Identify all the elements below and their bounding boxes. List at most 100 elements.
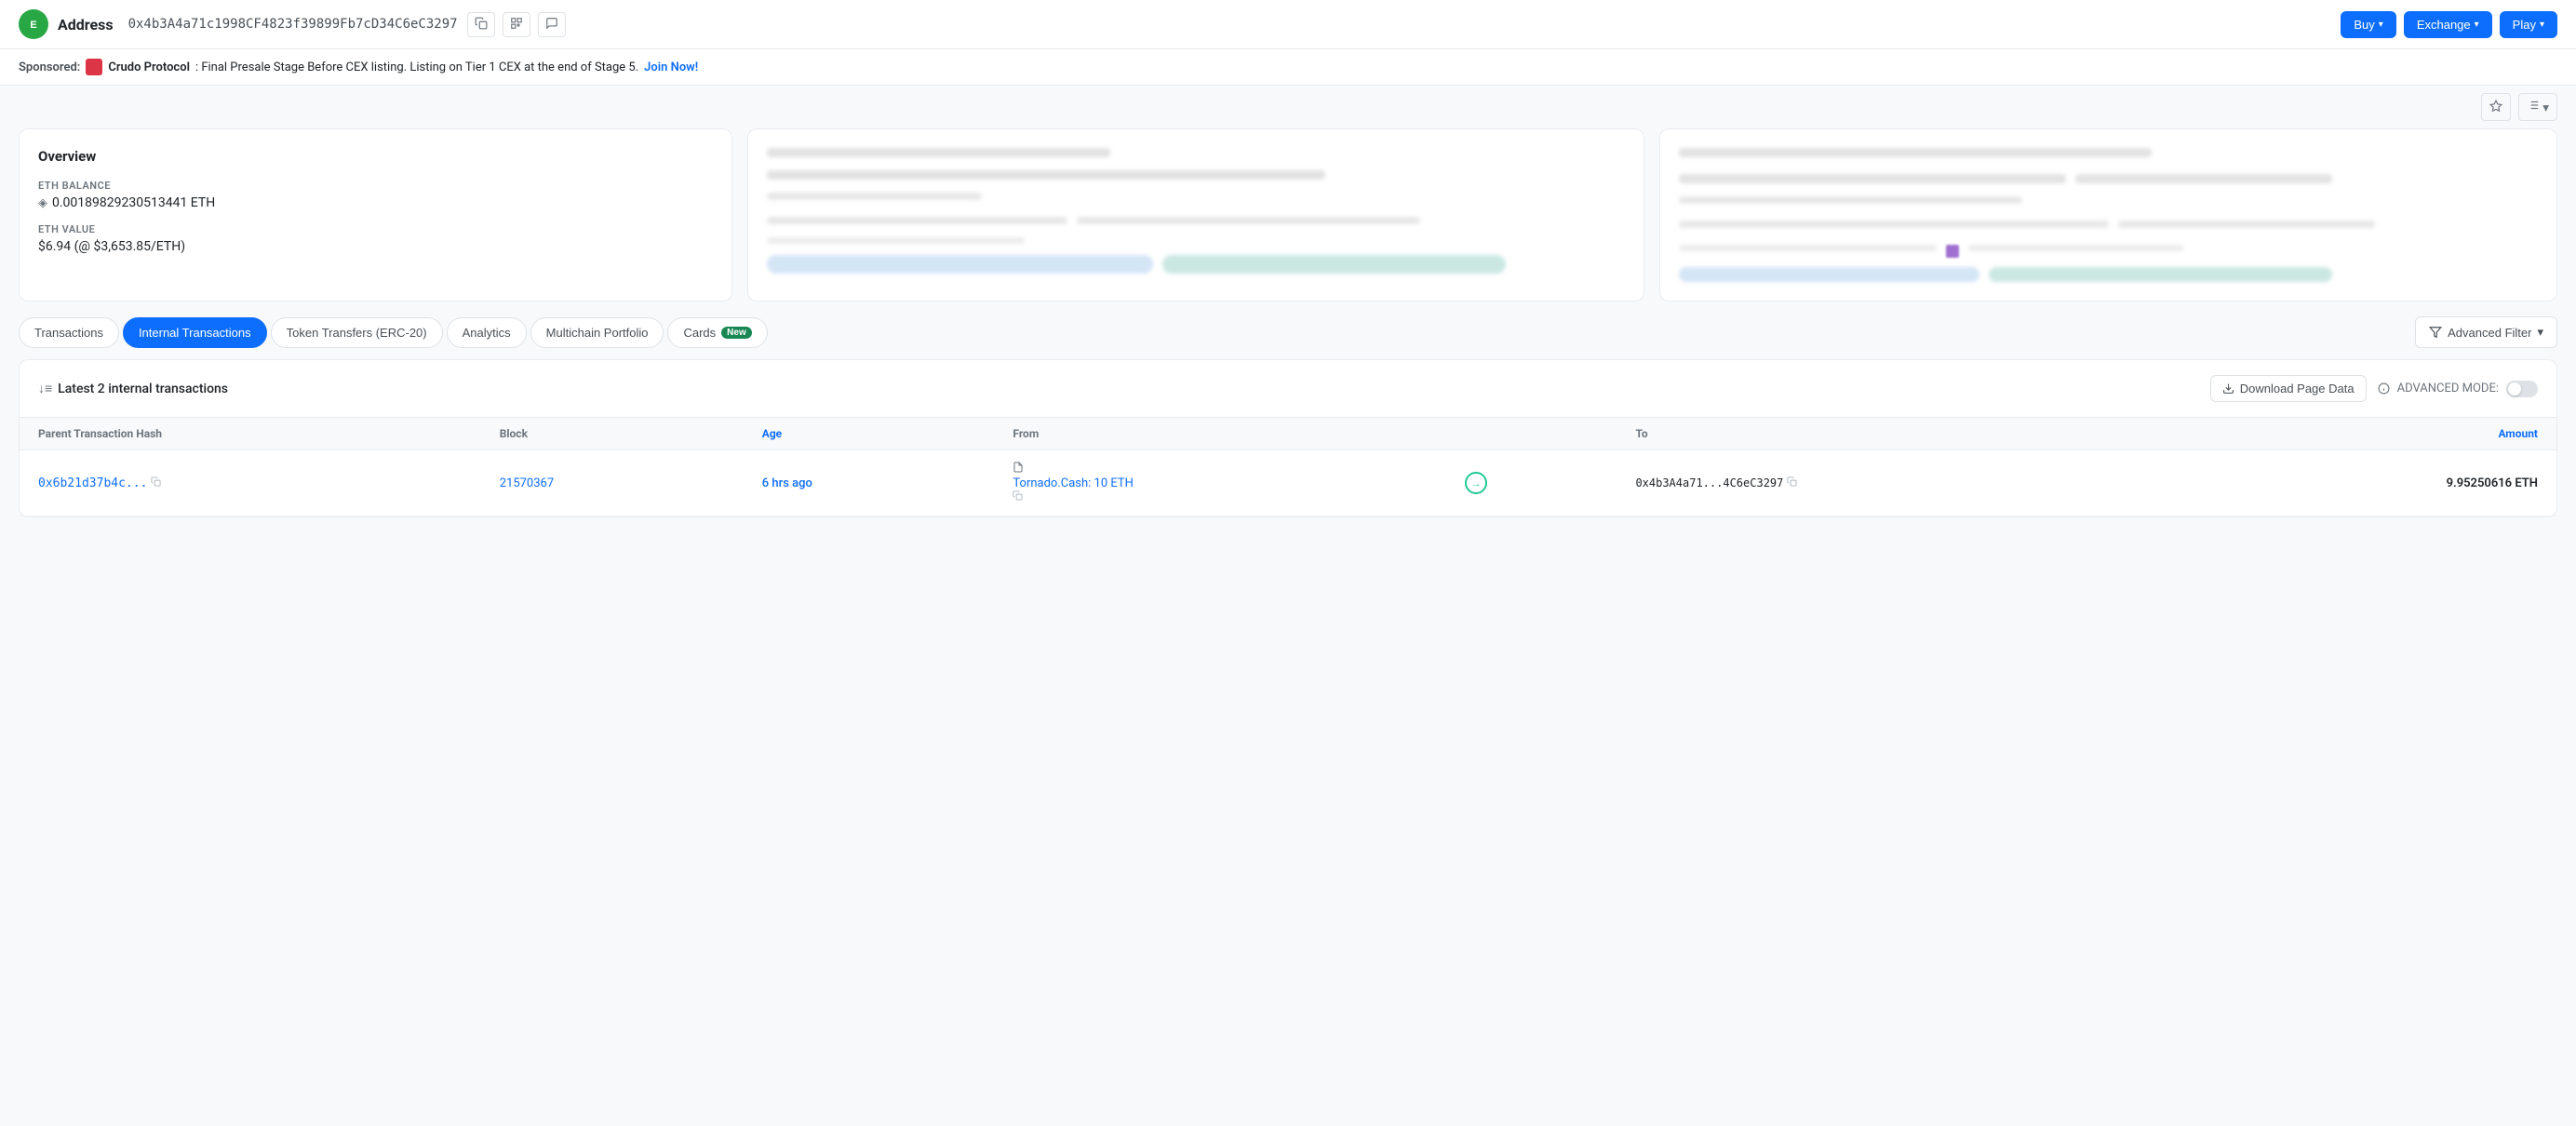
advanced-mode-toggle-group: ADVANCED MODE:	[2378, 381, 2538, 397]
transaction-table: Parent Transaction Hash Block Age From T…	[20, 418, 2556, 516]
age-cell: 6 hrs ago	[744, 450, 995, 516]
col-amount: Amount	[2187, 418, 2556, 450]
tabs-bar: Transactions Internal Transactions Token…	[0, 316, 2576, 348]
transaction-count: ↓≡ Latest 2 internal transactions	[38, 381, 228, 396]
page-header: E Address 0x4b3A4a71c1998CF4823f39899Fb7…	[0, 0, 2576, 49]
amount-cell: 9.95250616 ETH	[2187, 450, 2556, 516]
blurred-card-2-content	[767, 148, 1626, 274]
sort-icon: ↓≡	[38, 381, 52, 396]
eth-value-value: $6.94 (@ $3,653.85/ETH)	[38, 239, 713, 254]
blur-badge-2	[1162, 255, 1506, 274]
direction-arrow-icon: →	[1465, 472, 1487, 494]
blur-line-c3-4	[1679, 196, 2022, 204]
tx-hash-cell: 0x6b21d37b4c...	[20, 450, 481, 516]
table-header-row: Parent Transaction Hash Block Age From T…	[20, 418, 2556, 450]
blur-line-3	[767, 193, 982, 200]
play-chevron-icon: ▾	[2540, 20, 2544, 30]
blur-line-c3-6	[2118, 221, 2376, 228]
blur-badge-c3-1	[1679, 267, 1979, 282]
blur-line-1	[767, 148, 1110, 157]
overview-card: Overview ETH BALANCE ◈ 0.001898292305134…	[19, 128, 732, 302]
chat-button[interactable]	[538, 12, 566, 37]
eth-balance-value: ◈ 0.00189829230513441 ETH	[38, 195, 713, 210]
blur-line-c3-1	[1679, 148, 2151, 157]
blur-line-c3-8	[1968, 245, 2183, 251]
sponsor-cta-link[interactable]: Join Now!	[644, 60, 698, 74]
advanced-mode-toggle[interactable]	[2506, 381, 2538, 397]
arrow-cell: →	[1446, 450, 1617, 516]
blur-line-4	[767, 217, 1067, 224]
qr-button[interactable]	[503, 12, 530, 37]
exchange-chevron-icon: ▾	[2475, 20, 2479, 30]
token-holdings-card	[747, 128, 1645, 302]
advanced-filter-chevron-icon: ▾	[2537, 325, 2543, 340]
blur-line-c3-2	[1679, 174, 2065, 183]
col-from: From	[994, 418, 1446, 450]
download-page-data-button[interactable]: Download Page Data	[2210, 375, 2367, 402]
blur-icon-c3	[1946, 245, 1959, 258]
tab-cards[interactable]: Cards New	[667, 317, 767, 348]
toggle-knob	[2508, 382, 2521, 395]
list-chevron-icon: ▾	[2542, 101, 2549, 114]
col-to: To	[1617, 418, 2187, 450]
exchange-button[interactable]: Exchange ▾	[2404, 11, 2492, 38]
sponsor-description: : Final Presale Stage Before CEX listing…	[195, 60, 638, 74]
from-cell: Tornado.Cash: 10 ETH	[994, 450, 1446, 516]
tab-transactions[interactable]: Transactions	[19, 317, 119, 348]
copy-hash-icon[interactable]	[151, 477, 161, 489]
svg-text:E: E	[30, 20, 36, 31]
header-icon-group	[467, 12, 566, 37]
info-circle-icon	[2378, 382, 2390, 395]
transaction-actions: Download Page Data ADVANCED MODE:	[2210, 375, 2538, 402]
buy-button[interactable]: Buy ▾	[2341, 11, 2395, 38]
sponsor-name: Crudo Protocol	[108, 60, 190, 74]
top-action-bar: ▾	[0, 86, 2576, 128]
col-age: Age	[744, 418, 995, 450]
overview-cards-row: Overview ETH BALANCE ◈ 0.001898292305134…	[0, 128, 2576, 316]
amount-value: 9.95250616 ETH	[2447, 476, 2538, 490]
address-label: Address	[58, 16, 114, 34]
copy-address-button[interactable]	[467, 12, 495, 37]
blur-line-6	[767, 237, 1025, 244]
tab-multichain-portfolio[interactable]: Multichain Portfolio	[530, 317, 664, 348]
buy-chevron-icon: ▾	[2379, 20, 2383, 30]
blur-line-c3-7	[1679, 245, 1937, 251]
sponsor-logo-icon	[86, 59, 102, 75]
list-view-button[interactable]: ▾	[2518, 93, 2557, 121]
age-value: 6 hrs ago	[762, 476, 812, 490]
col-hash: Parent Transaction Hash	[20, 418, 481, 450]
blur-badge-1	[767, 255, 1153, 274]
sponsored-banner: Sponsored: Crudo Protocol : Final Presal…	[0, 49, 2576, 86]
copy-from-icon[interactable]	[1013, 491, 1023, 503]
transaction-table-header: ↓≡ Latest 2 internal transactions Downlo…	[20, 360, 2556, 418]
tab-token-transfers[interactable]: Token Transfers (ERC-20)	[271, 317, 443, 348]
col-block: Block	[481, 418, 744, 450]
from-address-link[interactable]: Tornado.Cash: 10 ETH	[1013, 476, 1428, 490]
download-icon	[2222, 382, 2234, 395]
col-arrow	[1446, 418, 1617, 450]
star-button[interactable]	[2481, 93, 2511, 121]
table-row: 0x6b21d37b4c... 21570367 6 hrs ago Torna…	[20, 450, 2556, 516]
tx-hash-link[interactable]: 0x6b21d37b4c...	[38, 476, 147, 490]
tab-internal-transactions[interactable]: Internal Transactions	[123, 317, 267, 348]
from-contract-icon	[1013, 462, 1024, 476]
play-button[interactable]: Play ▾	[2500, 11, 2557, 38]
copy-to-icon[interactable]	[1787, 476, 1797, 489]
header-right: Buy ▾ Exchange ▾ Play ▾	[2341, 11, 2557, 38]
logo: E	[19, 9, 48, 39]
sponsored-label: Sponsored:	[19, 60, 80, 74]
blur-line-c3-3	[2075, 174, 2333, 183]
overview-card-title: Overview	[38, 148, 713, 165]
tabs-list: Transactions Internal Transactions Token…	[19, 317, 768, 348]
blur-line-c3-5	[1679, 221, 2108, 228]
block-cell: 21570367	[481, 450, 744, 516]
header-left: E Address 0x4b3A4a71c1998CF4823f39899Fb7…	[19, 9, 566, 39]
block-link[interactable]: 21570367	[500, 476, 554, 490]
to-cell: 0x4b3A4a71...4C6eC3297	[1617, 450, 2187, 516]
to-address-value: 0x4b3A4a71...4C6eC3297	[1635, 476, 2168, 489]
tab-analytics[interactable]: Analytics	[447, 317, 527, 348]
cards-new-badge: New	[721, 327, 752, 339]
blurred-card-3-content	[1679, 148, 2538, 282]
advanced-filter-button[interactable]: Advanced Filter ▾	[2415, 316, 2557, 348]
multichain-card	[1659, 128, 2557, 302]
